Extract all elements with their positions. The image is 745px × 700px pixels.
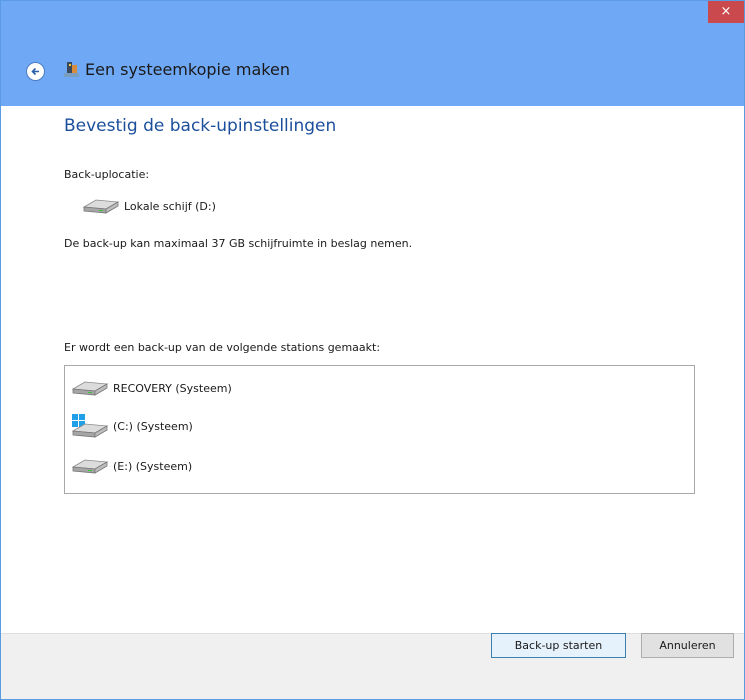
drive-label: (C:) (Systeem) xyxy=(113,419,193,433)
drives-listbox[interactable]: RECOVERY (Systeem) (C:) (Systeem) (E:) (… xyxy=(64,365,695,494)
content-area: Bevestig de back-upinstellingen Back-upl… xyxy=(1,106,744,633)
back-button[interactable] xyxy=(26,62,45,81)
page-heading: Bevestig de back-upinstellingen xyxy=(64,116,337,136)
drives-list-label: Er wordt een back-up van de volgende sta… xyxy=(64,341,381,354)
list-item[interactable]: (E:) (Systeem) xyxy=(71,457,192,475)
list-item[interactable]: RECOVERY (Systeem) xyxy=(71,379,232,397)
cancel-button[interactable]: Annuleren xyxy=(641,633,734,658)
dialog-window: × Een systeemkopie maken Bevestig de bac… xyxy=(0,0,745,700)
hard-drive-icon xyxy=(82,199,120,214)
hard-drive-icon xyxy=(71,459,109,474)
title-bar: × Een systeemkopie maken xyxy=(1,1,744,106)
button-bar xyxy=(1,633,744,699)
start-backup-button[interactable]: Back-up starten xyxy=(491,633,626,658)
drive-label: (E:) (Systeem) xyxy=(113,459,193,473)
list-item[interactable]: (C:) (Systeem) xyxy=(71,413,193,439)
hard-drive-icon xyxy=(71,381,109,396)
space-info-text: De back-up kan maximaal 37 GB schijfruim… xyxy=(64,237,413,250)
location-drive-label: Lokale schijf (D:) xyxy=(124,199,216,213)
close-button[interactable]: × xyxy=(708,1,744,23)
backup-location-label: Back-uplocatie: xyxy=(64,168,150,181)
drive-label: RECOVERY (Systeem) xyxy=(113,381,232,395)
windows-drive-icon xyxy=(71,414,109,438)
backup-location-drive: Lokale schijf (D:) xyxy=(82,197,216,215)
system-image-icon xyxy=(64,62,79,77)
window-title: Een systeemkopie maken xyxy=(85,60,290,79)
back-arrow-icon xyxy=(31,67,39,76)
